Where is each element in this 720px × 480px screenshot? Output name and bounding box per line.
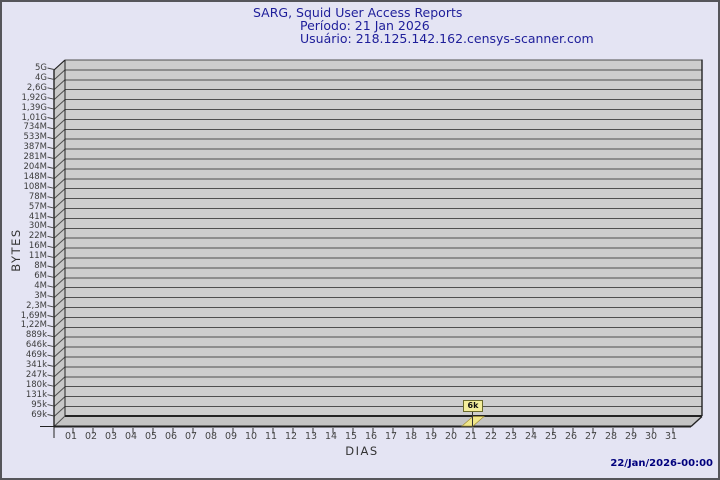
data-bar-day-21: [461, 411, 485, 427]
x-tick-label: 31: [664, 431, 678, 442]
y-tick-label: 3M: [34, 290, 47, 301]
y-tick-label: 69k: [31, 409, 47, 420]
y-tick-label: 78M: [28, 191, 47, 202]
y-tick-label: 1,39G: [21, 102, 47, 113]
y-tick-label: 2,6G: [26, 82, 47, 93]
y-tick-label: 1,69M: [20, 310, 47, 321]
y-tick-label: 204M: [23, 162, 47, 172]
y-tick-label: 734M: [23, 122, 47, 133]
y-tick-label: 1,01G: [21, 112, 47, 123]
y-tick-label: 148M: [23, 171, 47, 182]
wall-diagonals: [53, 59, 66, 427]
box-edges: [40, 59, 703, 438]
sarg-report-page: SARG, Squid User Access Reports Período:…: [0, 0, 720, 480]
chart-3d-box: [40, 59, 703, 438]
y-tick-label: 1,92G: [21, 92, 47, 103]
y-tick-label: 95k: [31, 399, 47, 410]
floor: [54, 416, 702, 427]
y-tick-label: 2,3M: [26, 300, 47, 311]
report-user: Usuário: 218.125.142.162.censys-scanner.…: [300, 31, 594, 46]
y-tick-label: 341k: [25, 360, 47, 370]
generated-timestamp: 22/Jan/2026-00:00: [610, 458, 713, 469]
y-tick-label: 180k: [25, 379, 47, 390]
y-tick-label: 469k: [25, 350, 47, 361]
x-axis-tick-labels: 01 02 03 04 05 06 07 08 09 10 11 12 13 14 15 16 17 18 19 20…: [2, 431, 718, 445]
back-wall: [65, 60, 702, 416]
y-tick-label: 108M: [23, 181, 47, 192]
x-axis-title: DIAS: [345, 444, 379, 458]
bar-top-face: [461, 416, 485, 427]
left-wall: [54, 60, 65, 427]
y-tick-label: 5G: [35, 63, 47, 73]
y-axis-title: BYTES: [9, 228, 23, 272]
y-tick-label: 131k: [25, 389, 47, 400]
y-tick-label: 387M: [23, 142, 47, 153]
y-tick-label: 1,22M: [20, 320, 47, 331]
y-tick-label: 533M: [23, 132, 47, 143]
y-tick-label: 889k: [25, 330, 47, 341]
y-tick-label: 4G: [35, 72, 47, 83]
y-tick-marks: [47, 67, 55, 417]
y-tick-label: 646k: [25, 340, 47, 351]
value-flag-day-21: 6k: [463, 400, 483, 412]
grid-lines: [65, 59, 702, 407]
y-tick-label: 281M: [23, 152, 47, 163]
y-tick-label: 247k: [25, 369, 47, 380]
